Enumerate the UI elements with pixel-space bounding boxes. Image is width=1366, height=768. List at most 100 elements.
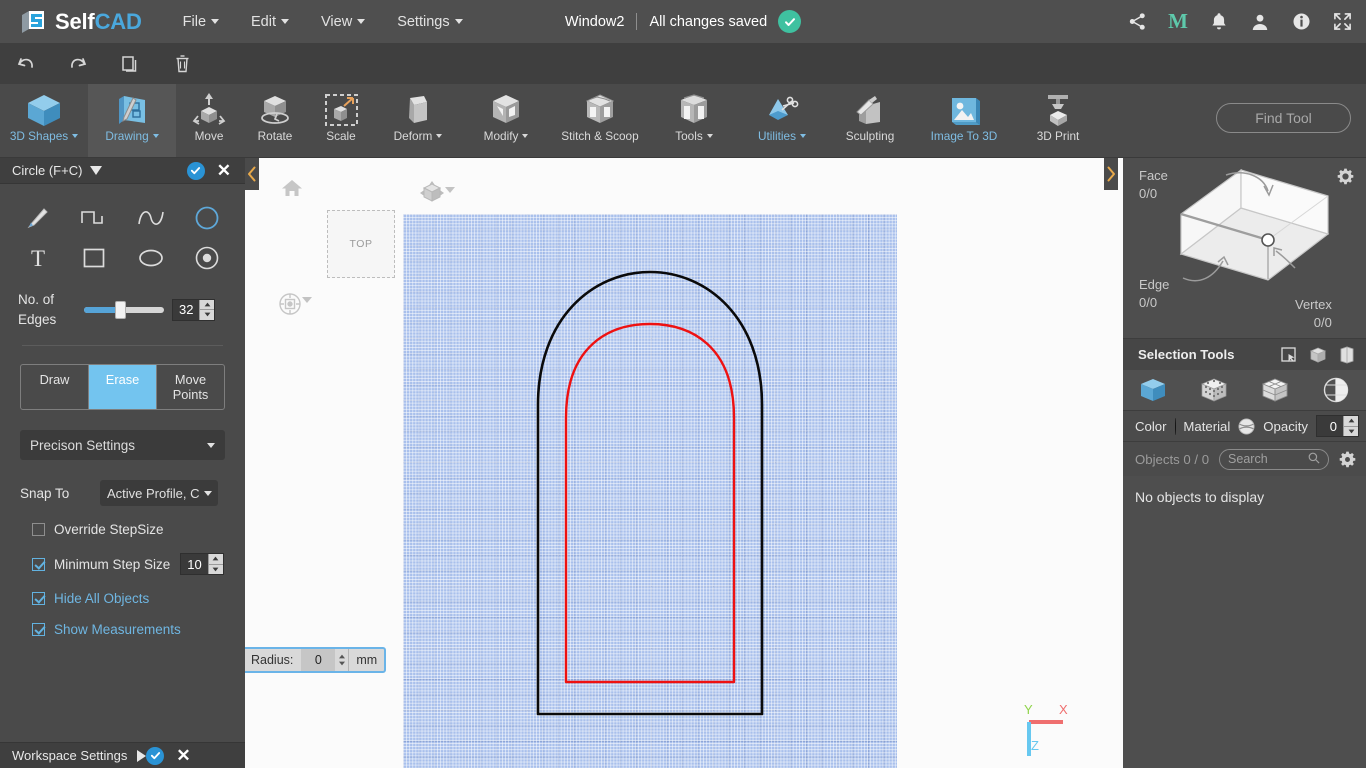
snap-to-select[interactable]: Active Profile, C [100, 480, 218, 507]
rectangle-select-icon[interactable] [1280, 346, 1298, 364]
ring-tool[interactable] [179, 238, 235, 278]
share-icon[interactable] [1126, 11, 1148, 33]
user-icon[interactable] [1249, 11, 1271, 33]
viewport-canvas[interactable]: TOP Radius: 0 mm Y X Z [245, 158, 1123, 768]
object-mode-icon[interactable] [1138, 376, 1168, 404]
checkbox-icon[interactable] [32, 592, 45, 606]
undo-icon[interactable] [0, 43, 52, 84]
collapse-right-panel-button[interactable] [1104, 158, 1118, 190]
ribbon-3d-shapes[interactable]: 3D Shapes [0, 84, 88, 157]
checkbox-show-measurements[interactable]: Show Measurements [32, 622, 245, 637]
ribbon-image-to-3d[interactable]: Image To 3D [914, 84, 1014, 157]
vertex-mode-icon[interactable] [1199, 376, 1229, 404]
material-m-icon[interactable]: M [1167, 9, 1189, 33]
minimum-step-size-stepper[interactable] [207, 554, 223, 575]
collapse-left-panel-button[interactable] [245, 158, 259, 190]
edges-value: 32 [179, 302, 194, 318]
confirm-button[interactable] [186, 161, 205, 180]
ribbon-utilities[interactable]: Utilities [738, 84, 826, 157]
stepper-down-icon[interactable] [1344, 427, 1358, 437]
stepper-down-icon[interactable] [209, 565, 223, 575]
chevron-down-icon [281, 18, 290, 24]
ribbon-tools[interactable]: Tools [650, 84, 738, 157]
ribbon-modify[interactable]: Modify [462, 84, 550, 157]
workspace-confirm-button[interactable] [146, 746, 165, 765]
color-swatch[interactable] [1174, 417, 1176, 435]
stepper-up-icon[interactable] [208, 554, 223, 565]
menu-item-file[interactable]: File [167, 8, 235, 36]
edge-mode-icon[interactable] [1260, 376, 1290, 404]
fullscreen-icon[interactable] [1331, 11, 1353, 33]
copy-icon[interactable] [104, 43, 156, 84]
lasso-select-icon[interactable] [1338, 346, 1356, 364]
menu-item-edit[interactable]: Edit [235, 8, 305, 36]
stepper-up-icon[interactable] [1344, 416, 1358, 427]
edges-slider[interactable] [84, 300, 164, 319]
freehand-brush-tool[interactable] [10, 198, 66, 238]
chevron-down-icon[interactable] [302, 297, 312, 320]
mode-move-points-button[interactable]: Move Points [157, 365, 224, 409]
sketch-grid[interactable] [403, 214, 897, 768]
menu-item-settings[interactable]: Settings [381, 8, 478, 36]
checkbox-minimum-step-size[interactable]: Minimum Step Size 10 [32, 553, 245, 576]
view-orientation-control[interactable] [419, 180, 455, 211]
stepper-up-icon[interactable] [200, 300, 215, 311]
mode-draw-button[interactable]: Draw [21, 365, 89, 410]
workspace-close-button[interactable]: ✕ [176, 747, 190, 764]
outer-arch-profile[interactable] [536, 270, 764, 716]
info-icon[interactable] [1290, 11, 1312, 33]
chevron-right-icon[interactable] [137, 749, 147, 762]
checkbox-override-stepsize[interactable]: Override StepSize [32, 522, 245, 537]
stepper-down-icon[interactable] [200, 310, 214, 320]
face-mode-icon[interactable] [1321, 376, 1351, 404]
ribbon-3d-print[interactable]: 3D Print [1014, 84, 1102, 157]
checkbox-hide-all-objects[interactable]: Hide All Objects [32, 591, 245, 606]
chevron-down-icon[interactable] [90, 166, 103, 175]
edges-control-row: No. of Edges 32 [0, 284, 245, 329]
slider-knob[interactable] [115, 300, 126, 319]
search-input[interactable]: Search [1219, 448, 1330, 470]
ribbon-stitch-scoop[interactable]: Stitch & Scoop [550, 84, 650, 157]
checkbox-icon[interactable] [32, 557, 45, 571]
sphere-material-icon[interactable] [1238, 417, 1255, 435]
ribbon-deform[interactable]: Deform [374, 84, 462, 157]
circle-tool[interactable] [179, 198, 235, 238]
curve-tool[interactable] [123, 198, 179, 238]
rectangle-tool[interactable] [66, 238, 122, 278]
chevron-down-icon[interactable] [445, 187, 455, 210]
redo-icon[interactable] [52, 43, 104, 84]
find-tool-input[interactable]: Find Tool [1216, 103, 1351, 133]
precision-settings-dropdown[interactable]: Precison Settings [20, 430, 225, 461]
edges-number-input[interactable]: 32 [172, 298, 216, 321]
text-tool[interactable]: T [10, 238, 66, 278]
ribbon-scale[interactable]: Scale [308, 84, 374, 157]
ribbon-move[interactable]: Move [176, 84, 242, 157]
view-cube-top[interactable]: TOP [327, 210, 395, 278]
minimum-step-size-input[interactable]: 10 [180, 553, 224, 576]
delete-icon[interactable] [156, 43, 208, 84]
radius-value[interactable]: 0 [301, 649, 336, 671]
polyline-tool[interactable] [66, 198, 122, 238]
checkbox-icon[interactable] [32, 523, 45, 537]
edges-stepper[interactable] [199, 299, 215, 320]
inner-arch-profile[interactable] [564, 322, 736, 684]
radius-stepper[interactable] [335, 649, 350, 671]
menu-item-view[interactable]: View [305, 8, 381, 36]
mode-erase-button[interactable]: Erase [89, 365, 157, 410]
radius-input-box[interactable]: Radius: 0 mm [245, 647, 387, 673]
app-logo[interactable]: SelfCAD [18, 7, 142, 37]
ribbon-sculpting[interactable]: Sculpting [826, 84, 914, 157]
close-button[interactable]: ✕ [217, 162, 231, 179]
bell-icon[interactable] [1208, 11, 1230, 33]
ellipse-tool[interactable] [123, 238, 179, 278]
opacity-stepper[interactable] [1343, 416, 1358, 436]
gear-icon[interactable] [1339, 451, 1356, 468]
checkbox-icon[interactable] [32, 623, 45, 637]
home-icon[interactable] [281, 178, 303, 203]
opacity-input[interactable]: 0 [1316, 415, 1359, 437]
orbit-target-control[interactable] [278, 292, 312, 321]
ribbon-drawing[interactable]: Drawing [88, 84, 176, 157]
svg-text:T: T [31, 246, 45, 270]
ribbon-rotate[interactable]: Rotate [242, 84, 308, 157]
box-select-icon[interactable] [1309, 346, 1327, 364]
